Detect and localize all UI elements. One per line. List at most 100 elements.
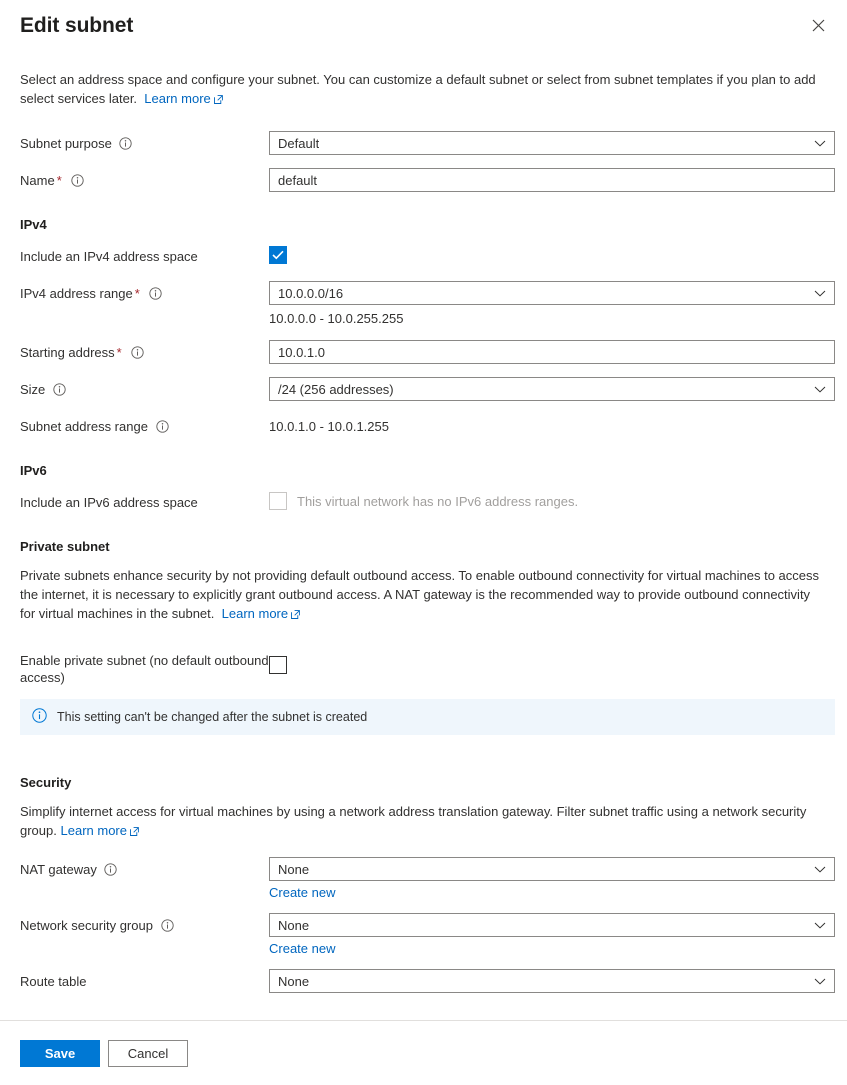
info-icon[interactable] [155, 420, 169, 437]
starting-address-row: Starting address * 10.0.1.0 [20, 340, 835, 364]
intro-learn-more-link[interactable]: Learn more [144, 90, 223, 109]
network-security-group-label: Network security group [20, 913, 269, 936]
nat-gateway-label: NAT gateway [20, 857, 269, 880]
route-table-select[interactable]: None [269, 969, 835, 993]
starting-address-label: Starting address * [20, 340, 269, 363]
info-icon[interactable] [104, 863, 118, 880]
nat-gateway-row: NAT gateway None Create new [20, 857, 835, 900]
private-subnet-info-banner: This setting can't be changed after the … [20, 699, 835, 735]
route-table-row: Route table None [20, 969, 835, 993]
security-learn-more-link[interactable]: Learn more [61, 823, 139, 838]
panel-footer: Save Cancel [0, 1020, 847, 1085]
subnet-address-range-label: Subnet address range [20, 414, 269, 437]
external-link-icon [130, 822, 139, 841]
network-security-group-create-new-link[interactable]: Create new [269, 941, 335, 956]
cancel-button[interactable]: Cancel [108, 1039, 188, 1067]
info-icon[interactable] [160, 919, 174, 936]
name-control: default [269, 168, 835, 192]
ipv4-address-range-row: IPv4 address range * 10.0.0.0/16 10.0.0.0… [20, 281, 835, 327]
network-security-group-select[interactable]: None [269, 913, 835, 937]
private-subnet-learn-more-label: Learn more [221, 606, 289, 621]
info-icon[interactable] [53, 383, 66, 400]
chevron-down-icon [814, 974, 826, 989]
subnet-address-range-row: Subnet address range 10.0.1.0 - 10.0.1.2… [20, 414, 827, 438]
nat-gateway-control: None Create new [269, 857, 835, 900]
ipv4-address-range-label-text: IPv4 address range [20, 286, 133, 301]
security-heading: Security [20, 775, 72, 790]
save-button[interactable]: Save [20, 1039, 100, 1067]
required-asterisk: * [56, 173, 62, 188]
include-ipv6-control: This virtual network has no IPv6 address… [269, 490, 827, 510]
name-value: default [278, 172, 318, 188]
ipv4-address-range-value: 10.0.0.0/16 [278, 285, 344, 301]
page-title: Edit subnet [20, 14, 134, 37]
ipv4-address-range-select[interactable]: 10.0.0.0/16 [269, 281, 835, 305]
private-subnet-heading: Private subnet [20, 539, 110, 554]
size-select[interactable]: /24 (256 addresses) [269, 377, 835, 401]
ipv4-address-range-helper: 10.0.0.0 - 10.0.255.255 [269, 311, 404, 326]
subnet-purpose-value: Default [278, 135, 320, 151]
subnet-address-range-control: 10.0.1.0 - 10.0.1.255 [269, 414, 827, 435]
info-icon[interactable] [131, 346, 145, 363]
network-security-group-control: None Create new [269, 913, 835, 956]
route-table-control: None [269, 969, 835, 993]
subnet-address-range-value: 10.0.1.0 - 10.0.1.255 [269, 419, 389, 434]
starting-address-control: 10.0.1.0 [269, 340, 835, 364]
chevron-down-icon [814, 286, 826, 301]
subnet-address-range-label-text: Subnet address range [20, 419, 148, 434]
size-row: Size /24 (256 addresses) [20, 377, 835, 401]
route-table-label-text: Route table [20, 974, 87, 989]
external-link-icon [213, 90, 223, 109]
include-ipv4-row: Include an IPv4 address space [20, 244, 827, 268]
include-ipv6-checkbox [269, 492, 287, 510]
subnet-purpose-label-text: Subnet purpose [20, 136, 112, 151]
info-icon[interactable] [71, 174, 85, 191]
chevron-down-icon [814, 382, 826, 397]
subnet-purpose-select[interactable]: Default [269, 131, 835, 155]
nat-gateway-create-new-link[interactable]: Create new [269, 885, 335, 900]
include-ipv4-control [269, 244, 827, 264]
name-row: Name * default [20, 168, 835, 192]
panel-header: Edit subnet [0, 0, 847, 56]
check-icon [272, 248, 284, 263]
nat-gateway-value: None [278, 861, 310, 877]
starting-address-label-text: Starting address [20, 345, 115, 360]
external-link-icon [291, 605, 300, 624]
close-icon [812, 19, 825, 32]
intro-description: Select an address space and configure yo… [20, 70, 820, 109]
close-button[interactable] [803, 10, 833, 40]
private-subnet-learn-more-link[interactable]: Learn more [222, 606, 300, 621]
subnet-purpose-label: Subnet purpose [20, 131, 269, 154]
name-label: Name * [20, 168, 269, 191]
intro-text: Select an address space and configure yo… [20, 72, 816, 106]
include-ipv6-note: This virtual network has no IPv6 address… [297, 493, 579, 509]
network-security-group-row: Network security group None Create new [20, 913, 835, 956]
chevron-down-icon [814, 918, 826, 933]
enable-private-subnet-control [269, 648, 827, 674]
ipv4-address-range-control: 10.0.0.0/16 10.0.0.0 - 10.0.255.255 [269, 281, 835, 327]
starting-address-value: 10.0.1.0 [278, 344, 325, 360]
enable-private-subnet-checkbox[interactable] [269, 656, 287, 674]
private-subnet-description: Private subnets enhance security by not … [20, 566, 820, 624]
info-icon[interactable] [149, 287, 163, 304]
network-security-group-value: None [278, 917, 310, 933]
subnet-purpose-control: Default [269, 131, 835, 155]
network-security-group-label-text: Network security group [20, 918, 153, 933]
include-ipv4-checkbox[interactable] [269, 246, 287, 264]
private-subnet-banner-text: This setting can't be changed after the … [57, 710, 368, 724]
starting-address-input[interactable]: 10.0.1.0 [269, 340, 835, 364]
panel-body: Select an address space and configure yo… [0, 56, 847, 993]
name-label-text: Name [20, 173, 55, 188]
route-table-label: Route table [20, 969, 269, 990]
ipv4-address-range-label: IPv4 address range * [20, 281, 269, 304]
security-description: Simplify internet access for virtual mac… [20, 802, 820, 841]
nat-gateway-select[interactable]: None [269, 857, 835, 881]
info-icon[interactable] [119, 137, 133, 154]
security-learn-more-label: Learn more [60, 823, 127, 838]
ipv4-heading: IPv4 [20, 217, 47, 232]
intro-learn-more-label: Learn more [144, 91, 211, 106]
info-circle-icon [32, 708, 47, 726]
chevron-down-icon [814, 136, 826, 151]
name-input[interactable]: default [269, 168, 835, 192]
route-table-value: None [278, 973, 310, 989]
